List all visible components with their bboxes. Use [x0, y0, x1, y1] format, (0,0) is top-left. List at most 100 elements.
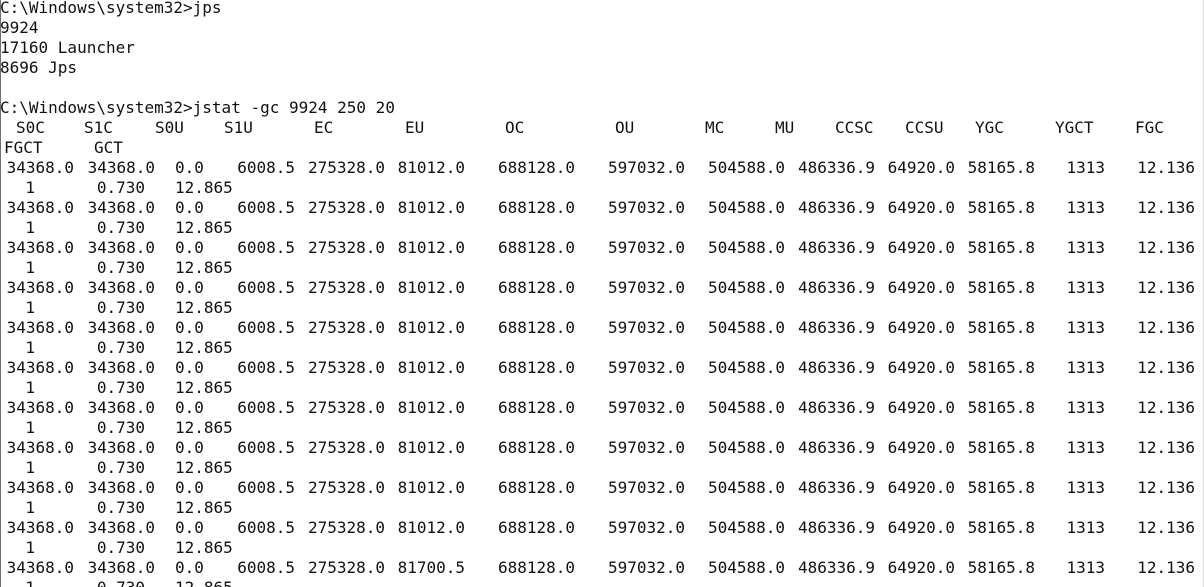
jstat-row-wrap: 1 0.730 12.865 [0, 178, 1204, 198]
cell-ccsu: 58165.8 [967, 518, 1035, 537]
cell-ygc: 1313 [1066, 558, 1105, 577]
cell-ygct: 12.136 [1137, 558, 1195, 577]
jstat-row: 34368.0 34368.0 0.0 6008.5 275328.0 81012.0 68… [0, 318, 1204, 338]
cell-s1u: 6008.5 [237, 358, 295, 377]
jstat-row: 34368.0 34368.0 0.0 6008.5 275328.0 81012.0 68… [0, 398, 1204, 418]
jstat-row-wrap: 1 0.730 12.865 [0, 338, 1204, 358]
cell-gct: 12.865 [175, 458, 233, 477]
cell-fgct: 0.730 [96, 498, 145, 517]
cell-ec: 275328.0 [307, 278, 385, 297]
cell-s0c: 34368.0 [6, 518, 74, 537]
cell-mc: 504588.0 [707, 398, 785, 417]
cell-s1u: 6008.5 [237, 198, 295, 217]
cell-s1u: 6008.5 [237, 238, 295, 257]
cell-mc: 504588.0 [707, 158, 785, 177]
cell-s1u: 6008.5 [237, 278, 295, 297]
prompt-jps-line: C:\Windows\system32>jps [0, 0, 222, 17]
jps-output-launcher: 17160 Launcher [0, 38, 135, 57]
cell-oc: 688128.0 [497, 558, 575, 577]
header-ygct: YGCT [1055, 118, 1094, 137]
cell-mu: 486336.9 [797, 358, 875, 377]
cell-s0c: 34368.0 [6, 358, 74, 377]
cell-fgc: 1 [25, 458, 35, 477]
cell-ccsc: 64920.0 [887, 438, 955, 457]
cell-ygct: 12.136 [1137, 478, 1195, 497]
cell-s0c: 34368.0 [6, 438, 74, 457]
header-s1u: S1U [224, 118, 253, 137]
cell-mu: 486336.9 [797, 518, 875, 537]
cell-oc: 688128.0 [497, 358, 575, 377]
cell-ec: 275328.0 [307, 318, 385, 337]
cell-eu: 81012.0 [397, 278, 465, 297]
jstat-row-wrap: 1 0.730 12.865 [0, 258, 1204, 278]
cell-ygct: 12.136 [1137, 358, 1195, 377]
cell-mu: 486336.9 [797, 278, 875, 297]
cell-fgct: 0.730 [96, 458, 145, 477]
header-ccsc: CCSC [835, 118, 874, 137]
cell-s1u: 6008.5 [237, 318, 295, 337]
cell-oc: 688128.0 [497, 158, 575, 177]
cell-s0c: 34368.0 [6, 198, 74, 217]
cell-s1u: 6008.5 [237, 518, 295, 537]
cell-mc: 504588.0 [707, 558, 785, 577]
cell-ygc: 1313 [1066, 278, 1105, 297]
cell-gct: 12.865 [175, 218, 233, 237]
cell-fgct: 0.730 [96, 378, 145, 397]
cell-s1u: 6008.5 [237, 158, 295, 177]
jstat-row: 34368.0 34368.0 0.0 6008.5 275328.0 81012.0 68… [0, 198, 1204, 218]
cell-fgct: 0.730 [96, 538, 145, 557]
cell-fgc: 1 [25, 498, 35, 517]
cell-s0u: 0.0 [175, 558, 204, 577]
cell-ccsu: 58165.8 [967, 198, 1035, 217]
cell-ccsc: 64920.0 [887, 238, 955, 257]
cell-ou: 597032.0 [607, 158, 685, 177]
cell-fgc: 1 [25, 298, 35, 317]
cell-ou: 597032.0 [607, 198, 685, 217]
cell-s1c: 34368.0 [87, 518, 155, 537]
cell-gct: 12.865 [175, 418, 233, 437]
jstat-row: 34368.0 34368.0 0.0 6008.5 275328.0 81012.0 68… [0, 238, 1204, 258]
cell-gct: 12.865 [175, 498, 233, 517]
jstat-row: 34368.0 34368.0 0.0 6008.5 275328.0 81012.0 68… [0, 158, 1204, 178]
cell-ygct: 12.136 [1137, 158, 1195, 177]
cell-fgc: 1 [25, 418, 35, 437]
cell-fgct: 0.730 [96, 338, 145, 357]
cell-ygct: 12.136 [1137, 238, 1195, 257]
cell-s0c: 34368.0 [6, 318, 74, 337]
cell-fgc: 1 [25, 378, 35, 397]
cell-eu: 81012.0 [397, 158, 465, 177]
jstat-row: 34368.0 34368.0 0.0 6008.5 275328.0 81012.0 68… [0, 358, 1204, 378]
cell-ccsc: 64920.0 [887, 278, 955, 297]
cell-oc: 688128.0 [497, 398, 575, 417]
cell-ccsc: 64920.0 [887, 518, 955, 537]
cell-fgc: 1 [25, 338, 35, 357]
cell-s1u: 6008.5 [237, 478, 295, 497]
cell-ccsu: 58165.8 [967, 278, 1035, 297]
cell-ccsu: 58165.8 [967, 398, 1035, 417]
cell-s1c: 34368.0 [87, 558, 155, 577]
cell-s0u: 0.0 [175, 318, 204, 337]
cell-mc: 504588.0 [707, 478, 785, 497]
cell-s0u: 0.0 [175, 158, 204, 177]
cell-ec: 275328.0 [307, 158, 385, 177]
cell-s0u: 0.0 [175, 198, 204, 217]
cell-eu: 81012.0 [397, 438, 465, 457]
console-window[interactable]: C:\Windows\system32>jps 9924 17160 Launc… [0, 0, 1204, 587]
cell-oc: 688128.0 [497, 518, 575, 537]
cell-ccsc: 64920.0 [887, 478, 955, 497]
cell-gct: 12.865 [175, 258, 233, 277]
cell-oc: 688128.0 [497, 198, 575, 217]
cell-mc: 504588.0 [707, 518, 785, 537]
cell-ou: 597032.0 [607, 238, 685, 257]
header-s0u: S0U [155, 118, 184, 137]
cell-ou: 597032.0 [607, 318, 685, 337]
cell-s0u: 0.0 [175, 478, 204, 497]
cell-ygc: 1313 [1066, 198, 1105, 217]
header-mc: MC [705, 118, 725, 137]
cell-mu: 486336.9 [797, 438, 875, 457]
cell-oc: 688128.0 [497, 278, 575, 297]
jstat-row-wrap: 1 0.730 12.865 [0, 418, 1204, 438]
cell-ec: 275328.0 [307, 398, 385, 417]
cell-gct: 12.865 [175, 578, 233, 587]
cell-s1c: 34368.0 [87, 278, 155, 297]
